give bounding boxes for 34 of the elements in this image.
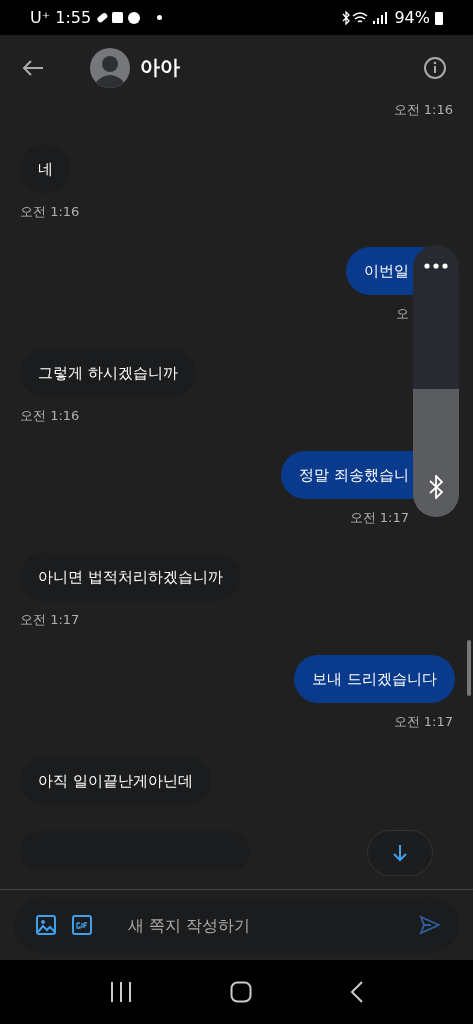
message-time: 오: [396, 305, 409, 323]
battery-icon: [435, 10, 443, 25]
connectivity-icons: [341, 10, 390, 25]
message-time: 오전 1:17: [349, 509, 409, 527]
back-nav-icon[interactable]: [350, 981, 365, 1003]
send-icon[interactable]: [419, 915, 441, 935]
message-time: 오전 1:16: [20, 407, 80, 425]
message-input[interactable]: 새 쪽지 작성하기: [126, 914, 403, 936]
bluetooth-icon: [428, 475, 444, 499]
arrow-down-icon: [392, 844, 408, 862]
message-bubble: 아니면 법적처리하겠습니까: [20, 553, 241, 601]
message-time: 오전 1:17: [393, 713, 453, 731]
gif-icon[interactable]: [72, 915, 92, 935]
message-bubble: 아직 일이끝난게아닌데: [20, 757, 211, 805]
back-icon[interactable]: [22, 58, 44, 77]
contact-name: 아아: [140, 54, 180, 81]
message-time: 오전 1:16: [20, 203, 80, 221]
notification-icons: [96, 10, 143, 25]
battery-level: 94%: [394, 8, 430, 27]
image-icon[interactable]: [36, 915, 56, 935]
more-icon[interactable]: [424, 263, 448, 269]
recent-apps-icon[interactable]: [108, 981, 133, 1003]
message-time: 오전 1:16: [393, 101, 453, 119]
volume-slider[interactable]: [413, 389, 459, 517]
home-icon[interactable]: [230, 981, 253, 1003]
scrollbar[interactable]: [467, 640, 471, 696]
notification-dot-icon: [157, 15, 163, 20]
message-time: 오전 1:17: [20, 611, 80, 629]
info-icon[interactable]: [423, 55, 447, 80]
avatar-icon: [90, 47, 130, 88]
message-bubble: 네: [20, 145, 71, 193]
message-bubble: 그렇게 하시겠습니까: [20, 349, 196, 397]
message-bubble: 보내 드리겠습니다: [294, 655, 455, 703]
status-time: U⁺ 1:55: [30, 8, 92, 27]
